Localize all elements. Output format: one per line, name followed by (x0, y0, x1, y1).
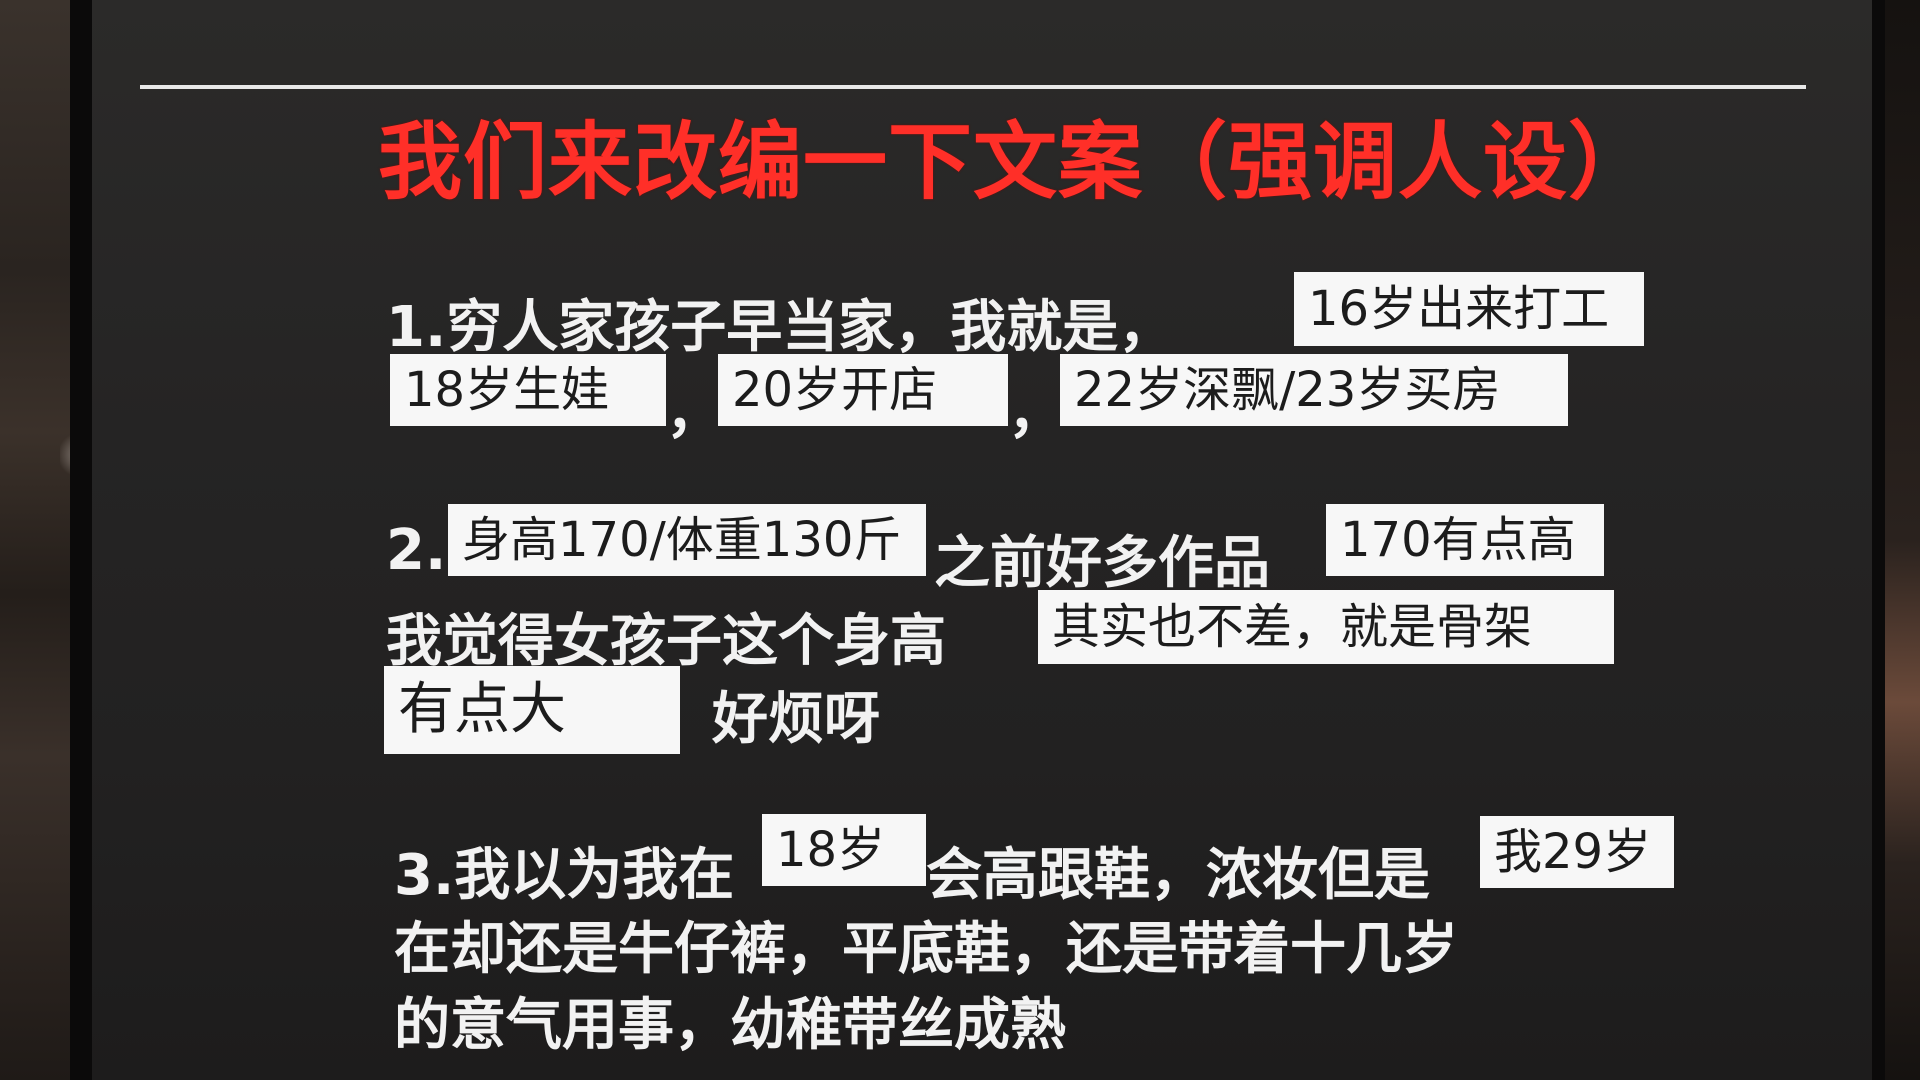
item2-mid-text: 之前好多作品 (934, 531, 1270, 596)
item1-box-1: 16岁出来打工 (1294, 272, 1644, 346)
item3-text-b: 会高跟鞋，浓妆但是 (926, 843, 1430, 908)
item2-line2: 我觉得女孩子这个身高 (386, 609, 946, 674)
item3-box-2: 我29岁 (1480, 816, 1674, 888)
item2-box-1: 身高170/体重130斤 (448, 504, 926, 576)
item3-text-a: 3.我以为我在 (394, 843, 735, 908)
item3-line2: 在却还是牛仔裤，平底鞋，还是带着十几岁 (394, 917, 1458, 982)
item2-box-2: 170有点高 (1326, 504, 1604, 576)
title-divider (140, 85, 1806, 89)
item1-separator-2: ， (1008, 381, 1064, 446)
item2-prefix: 2. (386, 518, 447, 583)
item1-separator-1: ， (666, 381, 722, 446)
slide-title: 我们来改编一下文案（强调人设） (378, 113, 1654, 211)
item1-box-3: 20岁开店 (718, 354, 1008, 426)
item1-box-2: 18岁生娃 (390, 354, 666, 426)
item3-line3: 的意气用事，幼稚带丝成熟 (394, 993, 1066, 1058)
item3-box-1: 18岁 (762, 814, 926, 886)
item2-tail: 好烦呀 (712, 687, 880, 752)
item2-box-3: 其实也不差，就是骨架 (1038, 590, 1614, 664)
item1-box-4: 22岁深飘/23岁买房 (1060, 354, 1568, 426)
photo-of-screen: 我们来改编一下文案（强调人设） 1.穷人家孩子早当家，我就是， 16岁出来打工 … (0, 0, 1920, 1080)
slide-screen: 我们来改编一下文案（强调人设） 1.穷人家孩子早当家，我就是， 16岁出来打工 … (92, 0, 1872, 1080)
item2-box-4: 有点大 (384, 666, 680, 754)
item1-text: 1.穷人家孩子早当家，我就是， (386, 295, 1175, 360)
